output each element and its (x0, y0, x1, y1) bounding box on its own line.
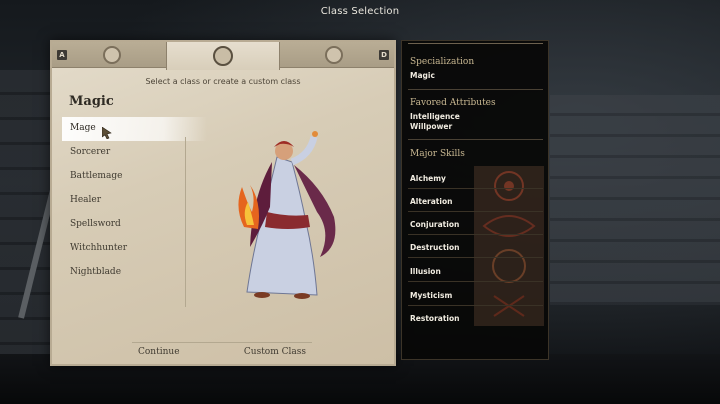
skill-item: Alteration (410, 197, 453, 206)
mage-portrait (238, 131, 336, 299)
stone-arch-right (550, 95, 720, 305)
tab-class[interactable] (166, 42, 280, 70)
major-skills-title: Major Skills (410, 149, 465, 159)
divider-line (408, 139, 543, 140)
panel-top-line (408, 43, 543, 44)
skill-item: Conjuration (410, 220, 460, 229)
favored-attributes-title: Favored Attributes (410, 98, 496, 108)
class-selection-panel: A D Select a class or create a custom cl… (50, 40, 396, 366)
specialization-title: Specialization (410, 57, 475, 67)
skill-item: Mysticism (410, 291, 453, 300)
skill-item: Illusion (410, 267, 441, 276)
next-tab-key[interactable]: D (379, 50, 389, 60)
mouse-cursor-icon (102, 127, 112, 139)
specialization-value: Magic (410, 71, 435, 80)
divider-line (408, 89, 543, 90)
emblem-icon (103, 46, 121, 64)
skill-item: Restoration (410, 314, 460, 323)
custom-class-button[interactable]: Custom Class (238, 347, 312, 357)
skill-divider (408, 211, 543, 212)
screen-title: Class Selection (320, 6, 400, 17)
skill-divider (408, 234, 543, 235)
shield-emblem-icon (325, 46, 343, 64)
tab-bar: A D (52, 42, 394, 70)
skill-item: Destruction (410, 243, 460, 252)
action-bar: Continue Custom Class (132, 342, 312, 360)
continue-button[interactable]: Continue (132, 347, 186, 357)
panel-divider (185, 137, 186, 307)
tab-previous[interactable] (62, 42, 162, 68)
skill-divider (408, 281, 543, 282)
tab-next[interactable] (284, 42, 384, 68)
skill-divider (408, 305, 543, 306)
attribute-item: Willpower (410, 122, 453, 131)
attribute-item: Intelligence (410, 112, 460, 121)
class-emblem-icon (213, 46, 233, 66)
specialization-heading: Magic (69, 94, 114, 109)
panel-subtitle: Select a class or create a custom class (145, 77, 301, 86)
skill-divider (408, 257, 543, 258)
skill-divider (408, 188, 543, 189)
class-info-panel: Specialization Magic Favored Attributes … (401, 40, 549, 360)
skill-item: Alchemy (410, 174, 446, 183)
